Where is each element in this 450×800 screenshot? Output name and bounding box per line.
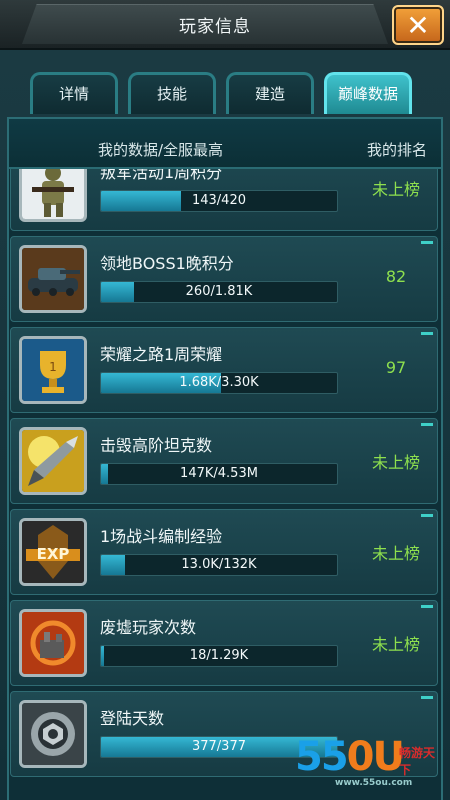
stat-row: EXP 1场战斗编制经验 13.0K/132K 未上榜 — [10, 509, 438, 595]
progress-value: 1.68K/3.30K — [179, 375, 259, 390]
my-rank-header: 我的排名 — [366, 141, 427, 159]
rank-value: 未上榜 — [371, 180, 420, 199]
window-title: 玩家信息 — [179, 17, 251, 37]
rank-value: 未上榜 — [371, 635, 420, 654]
stat-row: 领地BOSS1晚积分 260/1.81K 82 — [10, 236, 438, 322]
rank-value: 97 — [385, 358, 407, 377]
watermark-domain: www.55ou.com — [335, 778, 413, 788]
tank-icon — [19, 245, 87, 313]
progress-value: 13.0K/132K — [181, 557, 257, 572]
progress-bar: 1.68K/3.30K — [100, 372, 338, 394]
tab-peak-data[interactable]: 巅峰数据 — [324, 72, 412, 114]
tab-skills[interactable]: 技能 — [128, 72, 216, 114]
svg-text:1: 1 — [49, 360, 57, 374]
stats-panel[interactable]: 叛军活动1周积分 143/420 未上榜 领地BOSS1晚积分 260/1.81… — [7, 117, 443, 800]
my-data-header: 我的数据/全服最高 — [98, 141, 224, 159]
stat-row: 1 荣耀之路1周荣耀 1.68K/3.30K 97 — [10, 327, 438, 413]
stat-label: 1场战斗编制经验 — [100, 527, 223, 546]
gear-icon — [19, 700, 87, 768]
progress-bar: 147K/4.53M — [100, 463, 338, 485]
missile-icon — [19, 427, 87, 495]
stat-label: 登陆天数 — [100, 709, 165, 728]
svg-text:EXP: EXP — [37, 545, 70, 563]
stat-label: 废墟玩家次数 — [100, 618, 197, 637]
rank-value: 未上榜 — [371, 544, 420, 563]
stat-row: 击毁高阶坦克数 147K/4.53M 未上榜 — [10, 418, 438, 504]
progress-bar: 13.0K/132K — [100, 554, 338, 576]
rank-value: 未上榜 — [371, 453, 420, 472]
progress-bar: 18/1.29K — [100, 645, 338, 667]
watermark-logo: 550U — [295, 734, 405, 780]
progress-value: 18/1.29K — [189, 648, 249, 663]
progress-value: 143/420 — [191, 193, 246, 208]
watermark-tagline: 畅游天下 — [399, 746, 436, 777]
progress-value: 260/1.81K — [185, 284, 253, 299]
site-watermark: 550U 畅游天下 www.55ou.com — [295, 730, 445, 794]
progress-bar: 143/420 — [100, 190, 338, 212]
progress-bar: 260/1.81K — [100, 281, 338, 303]
rank-value: 82 — [385, 267, 407, 286]
title-bar: 玩家信息 — [0, 0, 450, 50]
stat-label: 击毁高阶坦克数 — [100, 436, 213, 455]
tab-details[interactable]: 详情 — [30, 72, 118, 114]
list-header: 我的数据/全服最高 我的排名 — [9, 119, 441, 169]
trophy-icon: 1 — [19, 336, 87, 404]
close-button[interactable]: ✕ — [392, 5, 444, 45]
progress-value: 147K/4.53M — [180, 466, 258, 481]
tab-bar: 详情 技能 建造 巅峰数据 — [30, 72, 420, 116]
tab-build[interactable]: 建造 — [226, 72, 314, 114]
stat-label: 荣耀之路1周荣耀 — [100, 345, 223, 364]
stat-label: 领地BOSS1晚积分 — [100, 254, 234, 273]
exp-badge-icon: EXP — [19, 518, 87, 586]
stat-row: 废墟玩家次数 18/1.29K 未上榜 — [10, 600, 438, 686]
ruins-icon — [19, 609, 87, 677]
